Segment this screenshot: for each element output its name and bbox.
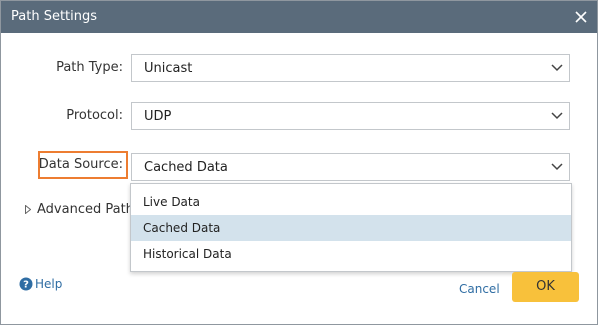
- cancel-button[interactable]: Cancel: [459, 281, 500, 297]
- protocol-select[interactable]: UDP: [131, 102, 570, 130]
- help-label: Help: [35, 277, 63, 291]
- dialog-titlebar: Path Settings: [1, 1, 597, 33]
- option-historical-data[interactable]: Historical Data: [131, 241, 571, 267]
- chevron-down-icon: [551, 112, 563, 120]
- path-type-value: Unicast: [144, 61, 193, 76]
- help-icon: ?: [19, 277, 33, 291]
- path-settings-dialog: Path Settings Path Type: Unicast Protoco…: [0, 0, 598, 325]
- chevron-down-icon: [551, 163, 563, 171]
- path-type-select[interactable]: Unicast: [131, 54, 570, 82]
- option-live-data[interactable]: Live Data: [131, 189, 571, 215]
- option-cached-data[interactable]: Cached Data: [131, 215, 571, 241]
- close-icon[interactable]: [572, 8, 590, 26]
- chevron-down-icon: [551, 64, 563, 72]
- svg-text:?: ?: [23, 280, 29, 291]
- caret-right-icon: [25, 204, 32, 215]
- protocol-label: Protocol:: [66, 108, 123, 123]
- dialog-title: Path Settings: [11, 9, 98, 24]
- data-source-select[interactable]: Cached Data: [131, 153, 570, 181]
- path-type-label: Path Type:: [56, 60, 123, 75]
- protocol-value: UDP: [144, 109, 172, 124]
- ok-button[interactable]: OK: [512, 272, 579, 302]
- data-source-value: Cached Data: [144, 160, 228, 175]
- data-source-label: Data Source:: [38, 157, 123, 172]
- help-link[interactable]: ? Help: [19, 276, 62, 292]
- data-source-dropdown: Live Data Cached Data Historical Data: [130, 183, 572, 272]
